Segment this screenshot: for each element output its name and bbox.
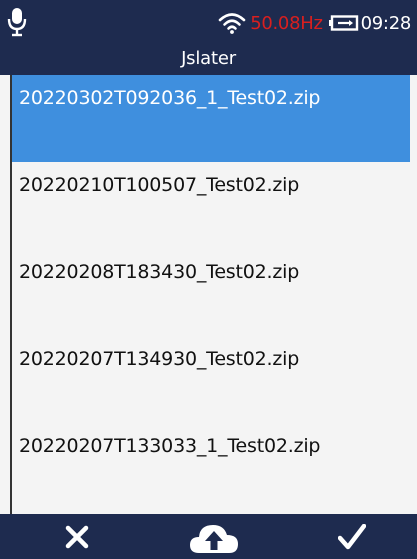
file-name: 20220210T100507_Test02.zip (19, 174, 300, 196)
cloud-upload-icon (190, 524, 238, 553)
bottom-toolbar (0, 514, 417, 559)
file-list[interactable]: 20220302T092036_1_Test02.zip 20220210T10… (10, 75, 417, 514)
close-icon (65, 525, 89, 548)
page-title: Jslater (181, 48, 236, 69)
clock: 09:28 (360, 12, 412, 34)
upload-button[interactable] (186, 514, 242, 559)
file-list-item[interactable]: 20220207T134930_Test02.zip (12, 336, 417, 423)
file-list-item[interactable]: 20220207T133033_1_Test02.zip (12, 423, 417, 510)
top-bar: 50.08Hz 09:28 Jslater (0, 0, 417, 75)
file-name: 20220302T092036_1_Test02.zip (19, 87, 321, 109)
status-indicators: 50.08Hz 09:28 (218, 10, 411, 36)
file-list-item[interactable]: 20220210T100507_Test02.zip (12, 162, 417, 249)
file-list-item[interactable]: 20220302T092036_1_Test02.zip (12, 75, 410, 162)
file-name: 20220207T134930_Test02.zip (19, 348, 300, 370)
frequency-readout: 50.08Hz (250, 12, 323, 34)
file-name: 20220208T183430_Test02.zip (19, 261, 300, 283)
file-list-item[interactable]: 20220208T183430_Test02.zip (12, 249, 417, 336)
file-name: 20220207T133033_1_Test02.zip (19, 435, 321, 457)
checkmark-icon (338, 523, 366, 549)
battery-icon (328, 15, 358, 31)
microphone-icon (7, 8, 27, 37)
confirm-button[interactable] (330, 514, 374, 559)
wifi-icon (218, 13, 246, 34)
cancel-button[interactable] (55, 514, 99, 559)
